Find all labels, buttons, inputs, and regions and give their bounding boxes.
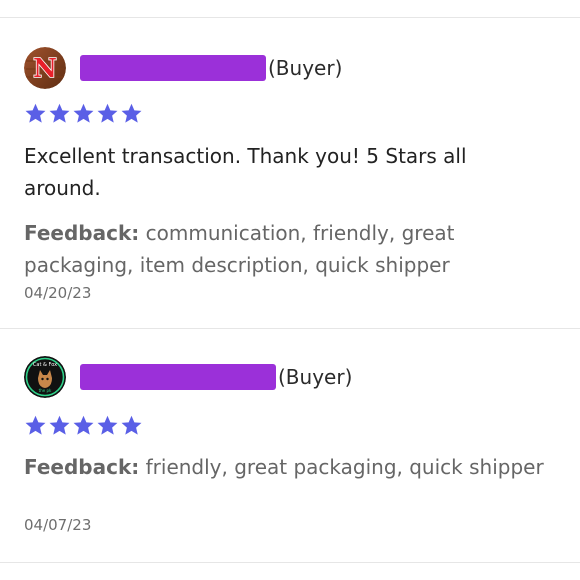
star-icon (97, 103, 118, 123)
feedback-tags: friendly, great packaging, quick shipper (145, 455, 544, 479)
cat-shop-logo-icon[interactable]: Cat & Fox the pk (24, 356, 66, 398)
star-rating (24, 414, 143, 437)
star-icon (25, 415, 46, 435)
star-icon (121, 103, 142, 123)
svg-text:N: N (33, 54, 57, 84)
star-rating (24, 102, 143, 125)
feedback-line: Feedback: communication, friendly, great… (24, 217, 544, 281)
star-icon (97, 415, 118, 435)
star-icon (73, 103, 94, 123)
feedback-label: Feedback: (24, 455, 140, 479)
star-icon (121, 415, 142, 435)
review-divider (0, 328, 580, 329)
review-header: Cat & Fox the pk (Buyer) (24, 356, 352, 398)
redacted-username (80, 364, 276, 390)
svg-text:the pk: the pk (39, 388, 52, 393)
feedback-label: Feedback: (24, 221, 140, 245)
redacted-username (80, 55, 266, 81)
top-divider (0, 17, 580, 18)
reviewer-role: (Buyer) (278, 365, 353, 389)
review-date: 04/07/23 (24, 516, 92, 534)
reviewer-role: (Buyer) (268, 56, 343, 80)
review-comment: Excellent transaction. Thank you! 5 Star… (24, 144, 467, 200)
feedback-line: Feedback: friendly, great packaging, qui… (24, 451, 544, 483)
review-date: 04/20/23 (24, 284, 92, 302)
star-icon (73, 415, 94, 435)
star-icon (49, 103, 70, 123)
svg-text:Cat & Fox: Cat & Fox (33, 362, 57, 368)
star-icon (49, 415, 70, 435)
review-header: N (Buyer) (24, 47, 342, 89)
nebraska-n-logo-icon[interactable]: N (24, 47, 66, 89)
bottom-divider (0, 562, 580, 563)
star-icon (25, 103, 46, 123)
